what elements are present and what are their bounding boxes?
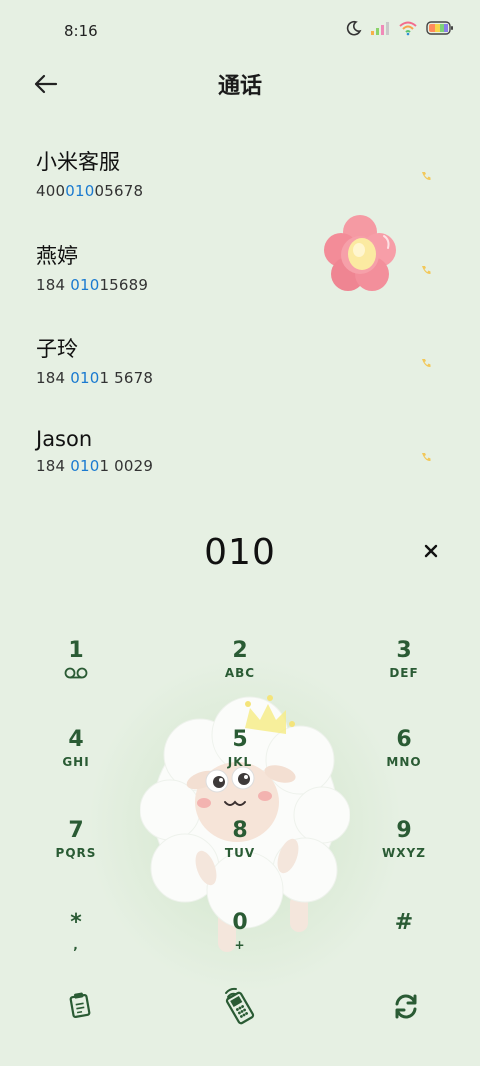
number-prefix: 184	[36, 276, 71, 294]
key-letters: MNO	[386, 755, 422, 769]
key-digit: 5	[232, 727, 248, 752]
dialed-number[interactable]: 010	[0, 532, 480, 573]
key-letters: JKL	[227, 755, 253, 769]
moon-icon	[346, 20, 362, 36]
refresh-icon	[395, 994, 417, 1019]
key-0[interactable]: 0 +	[180, 910, 300, 980]
number-match: 010	[65, 182, 95, 200]
contact-number: 184 0101 0029	[36, 457, 446, 475]
number-match: 010	[70, 276, 100, 294]
contact-number: 40001005678	[36, 182, 446, 200]
mobile-phone-icon	[225, 987, 255, 1025]
key-digit: *	[70, 910, 82, 935]
key-letters: GHI	[62, 755, 90, 769]
number-match: 010	[70, 369, 100, 387]
key-digit: 8	[232, 818, 248, 843]
key-digit: 6	[396, 727, 412, 752]
key-2[interactable]: 2 ABC	[180, 638, 300, 708]
number-suffix: 15689	[99, 276, 149, 294]
status-time: 8:16	[64, 22, 98, 40]
key-hash[interactable]: #	[344, 910, 464, 980]
battery-icon	[426, 21, 453, 35]
wifi-icon	[399, 21, 417, 36]
close-icon	[424, 544, 438, 558]
key-5[interactable]: 5 JKL	[180, 727, 300, 797]
number-prefix: 400	[36, 182, 66, 200]
dial-button[interactable]	[218, 984, 262, 1028]
key-letters: +	[234, 938, 246, 952]
key-digit: 2	[232, 638, 248, 663]
key-digit: 9	[396, 818, 412, 843]
key-digit: 7	[68, 818, 84, 843]
clipboard-icon	[69, 992, 91, 1019]
call-icon[interactable]	[420, 170, 432, 182]
key-letters: WXYZ	[382, 846, 426, 860]
dial-input-row: 010	[0, 530, 480, 580]
page-title: 通话	[217, 74, 262, 99]
number-match: 010	[70, 457, 100, 475]
contact-item[interactable]: Jason 184 0101 0029	[36, 427, 446, 497]
contact-name: 子玲	[36, 337, 78, 361]
key-7[interactable]: 7 PQRS	[16, 818, 136, 888]
key-3[interactable]: 3 DEF	[344, 638, 464, 708]
call-icon[interactable]	[420, 451, 432, 463]
call-icon[interactable]	[420, 264, 432, 276]
key-digit: 0	[232, 910, 248, 935]
contact-name: 小米客服	[36, 150, 120, 174]
key-star[interactable]: * ,	[16, 910, 136, 980]
key-digit: 4	[68, 727, 84, 752]
contact-item[interactable]: 子玲 184 0101 5678	[36, 333, 446, 403]
contact-name: Jason	[36, 427, 93, 451]
status-icons	[346, 20, 454, 36]
voicemail-icon	[64, 667, 88, 679]
key-6[interactable]: 6 MNO	[344, 727, 464, 797]
number-suffix: 05678	[94, 182, 144, 200]
clear-button[interactable]	[420, 540, 442, 562]
contacts-button[interactable]	[58, 984, 102, 1028]
key-digit: #	[394, 910, 414, 935]
key-letters: TUV	[224, 846, 256, 860]
key-4[interactable]: 4 GHI	[16, 727, 136, 797]
key-letters: ,	[73, 938, 79, 952]
flower-decoration	[324, 215, 396, 291]
call-icon[interactable]	[420, 357, 432, 369]
key-1[interactable]: 1	[16, 638, 136, 708]
key-letters: ABC	[224, 666, 256, 680]
number-suffix: 1 0029	[99, 457, 154, 475]
number-prefix: 184	[36, 369, 71, 387]
key-8[interactable]: 8 TUV	[180, 818, 300, 888]
number-suffix: 1 5678	[99, 369, 154, 387]
signal-icon	[371, 22, 389, 35]
header: 通话	[0, 62, 480, 104]
number-prefix: 184	[36, 457, 71, 475]
key-9[interactable]: 9 WXYZ	[344, 818, 464, 888]
key-letters: DEF	[389, 666, 419, 680]
contact-number: 184 0101 5678	[36, 369, 446, 387]
key-letters: PQRS	[55, 846, 97, 860]
key-digit: 1	[68, 638, 84, 663]
key-digit: 3	[396, 638, 412, 663]
contact-item[interactable]: 小米客服 40001005678	[36, 146, 446, 216]
switch-button[interactable]	[384, 984, 428, 1028]
status-bar: 8:16	[0, 0, 480, 62]
